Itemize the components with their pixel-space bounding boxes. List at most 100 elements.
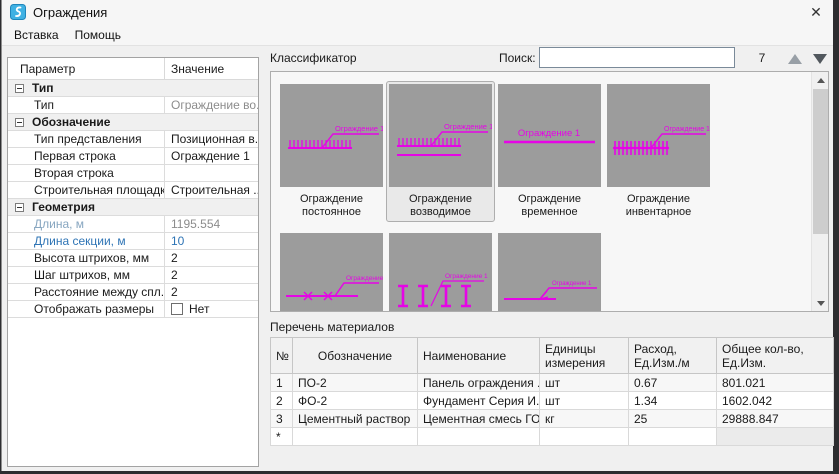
thumb-label-line2: инвентарное <box>607 206 710 219</box>
materials-header-row: № Обозначение Наименование Единицы измер… <box>271 338 834 374</box>
param-row-type[interactable]: Тип Ограждение во... <box>8 97 258 114</box>
material-row-3[interactable]: 3 Цементный раствор Цементная смесь ГО..… <box>271 410 834 428</box>
cell-designation[interactable]: ПО-2 <box>293 374 418 392</box>
param-row-hatch-step[interactable]: Шаг штрихов, мм 2 <box>8 267 258 284</box>
param-row-representation[interactable]: Тип представления Позиционная в... <box>8 131 258 148</box>
material-row-new[interactable]: * <box>271 428 834 446</box>
thumb-fence-erected[interactable]: Ограждение 1 Ограждение возводимое <box>386 81 495 222</box>
cell-number[interactable]: * <box>271 428 293 446</box>
param-row-length[interactable]: Длина, м 1195.554 <box>8 216 258 233</box>
parameters-header: Параметр Значение <box>8 58 258 80</box>
drawing-caption: Ограждение 1 <box>552 281 592 287</box>
fence-erected-drawing: Ограждение 1 <box>389 84 492 187</box>
cell-total[interactable]: 801.021 <box>717 374 834 392</box>
param-row-distance[interactable]: Расстояние между спл... 2 <box>8 284 258 301</box>
scrollbar-thumb[interactable] <box>813 89 828 234</box>
thumbnail-grid: Ограждение 1 Ограждение постоянное Ограж… <box>277 81 805 312</box>
thumb-label-line1: Ограждение <box>498 193 601 206</box>
col-designation: Обозначение <box>293 338 418 374</box>
search-prev-button[interactable] <box>785 51 805 66</box>
checkbox-icon[interactable] <box>171 303 183 315</box>
cell-units[interactable]: шт <box>540 374 629 392</box>
cell-total[interactable] <box>717 428 834 446</box>
cell-total[interactable]: 29888.847 <box>717 410 834 428</box>
param-label: Вторая строка <box>8 165 164 181</box>
fence-arrow-drawing: Ограждение 1 <box>498 233 601 312</box>
param-label: Тип <box>8 97 164 113</box>
scroll-up-icon[interactable] <box>812 72 829 88</box>
param-value[interactable]: 1195.554 <box>164 216 258 232</box>
thumb-fence-x-marks[interactable]: Ограждение 1 <box>277 230 386 312</box>
param-value[interactable]: Позиционная в... <box>164 131 258 147</box>
search-next-button[interactable] <box>810 51 830 66</box>
cell-name[interactable]: Фундамент Серия И... <box>418 392 540 410</box>
param-row-section-length[interactable]: Длина секции, м 10 <box>8 233 258 250</box>
material-row-1[interactable]: 1 ПО-2 Панель ограждения ... шт 0.67 801… <box>271 374 834 392</box>
cell-number[interactable]: 1 <box>271 374 293 392</box>
search-input[interactable] <box>539 47 735 68</box>
section-designation[interactable]: Обозначение <box>8 114 258 131</box>
close-icon[interactable]: ✕ <box>800 0 832 25</box>
fence-inventory-drawing: Ограждение 1 <box>607 84 710 187</box>
parameters-panel: Параметр Значение Тип Тип Ограждение во.… <box>7 57 259 467</box>
cell-designation[interactable] <box>293 428 418 446</box>
cell-number[interactable]: 3 <box>271 410 293 428</box>
param-label: Длина секции, м <box>8 233 164 249</box>
app-icon <box>10 4 26 20</box>
param-value[interactable]: Ограждение во... <box>164 97 258 113</box>
param-value[interactable]: Строительная ... <box>164 182 258 198</box>
cell-total[interactable]: 1602.042 <box>717 392 834 410</box>
param-value[interactable]: Ограждение 1 <box>164 148 258 164</box>
param-value[interactable]: 2 <box>164 250 258 266</box>
thumb-label-line2: временное <box>498 206 601 219</box>
param-row-first-line[interactable]: Первая строка Ограждение 1 <box>8 148 258 165</box>
param-value[interactable]: 2 <box>164 267 258 283</box>
thumb-fence-temporary[interactable]: Ограждение 1 Ограждение временное <box>495 81 604 222</box>
fences-dialog: Ограждения ✕ Вставка Помощь Параметр Зна… <box>1 0 833 471</box>
cell-number[interactable]: 2 <box>271 392 293 410</box>
cell-consumption[interactable] <box>629 428 717 446</box>
cell-units[interactable]: шт <box>540 392 629 410</box>
thumb-label: Ограждение возводимое <box>389 193 492 219</box>
thumb-fence-posts[interactable]: Ограждение 1 <box>386 230 495 312</box>
param-label: Первая строка <box>8 148 164 164</box>
cell-name[interactable]: Цементная смесь ГО... <box>418 410 540 428</box>
cell-consumption[interactable]: 1.34 <box>629 392 717 410</box>
param-row-show-dimensions[interactable]: Отображать размеры Нет <box>8 301 258 318</box>
cell-name[interactable]: Панель ограждения ... <box>418 374 540 392</box>
param-row-hatch-height[interactable]: Высота штрихов, мм 2 <box>8 250 258 267</box>
section-type[interactable]: Тип <box>8 80 258 97</box>
cell-name[interactable] <box>418 428 540 446</box>
cell-units[interactable] <box>540 428 629 446</box>
menu-help[interactable]: Помощь <box>67 26 129 45</box>
fence-x-marks-drawing: Ограждение 1 <box>280 233 383 312</box>
section-geometry[interactable]: Геометрия <box>8 199 258 216</box>
collapse-icon[interactable] <box>15 84 24 93</box>
thumb-fence-arrow[interactable]: Ограждение 1 <box>495 230 604 312</box>
thumb-fence-permanent[interactable]: Ограждение 1 Ограждение постоянное <box>277 81 386 222</box>
menu-insert[interactable]: Вставка <box>6 26 67 45</box>
cell-designation[interactable]: ФО-2 <box>293 392 418 410</box>
cell-designation[interactable]: Цементный раствор <box>293 410 418 428</box>
col-consumption: Расход, Ед.Изм./м <box>629 338 717 374</box>
scroll-down-icon[interactable] <box>812 295 829 311</box>
param-value[interactable]: Нет <box>164 301 258 317</box>
param-value[interactable]: 2 <box>164 284 258 300</box>
cell-consumption[interactable]: 0.67 <box>629 374 717 392</box>
collapse-icon[interactable] <box>15 118 24 127</box>
cell-units[interactable]: кг <box>540 410 629 428</box>
thumb-label-line2: постоянное <box>280 206 383 219</box>
param-row-construction-site[interactable]: Строительная площадка Строительная ... <box>8 182 258 199</box>
col-name: Наименование <box>418 338 540 374</box>
cell-consumption[interactable]: 25 <box>629 410 717 428</box>
param-label: Расстояние между спл... <box>8 284 164 300</box>
material-row-2[interactable]: 2 ФО-2 Фундамент Серия И... шт 1.34 1602… <box>271 392 834 410</box>
classifier-scrollbar[interactable] <box>811 72 828 311</box>
collapse-icon[interactable] <box>15 203 24 212</box>
drawing-caption: Ограждение 1 <box>346 275 383 282</box>
param-value[interactable]: 10 <box>164 233 258 249</box>
thumb-fence-inventory[interactable]: Ограждение 1 Ограждение инвентарное <box>604 81 713 222</box>
param-row-second-line[interactable]: Вторая строка <box>8 165 258 182</box>
col-total: Общее кол-во, Ед.Изм. <box>717 338 834 374</box>
param-value[interactable] <box>164 165 258 181</box>
